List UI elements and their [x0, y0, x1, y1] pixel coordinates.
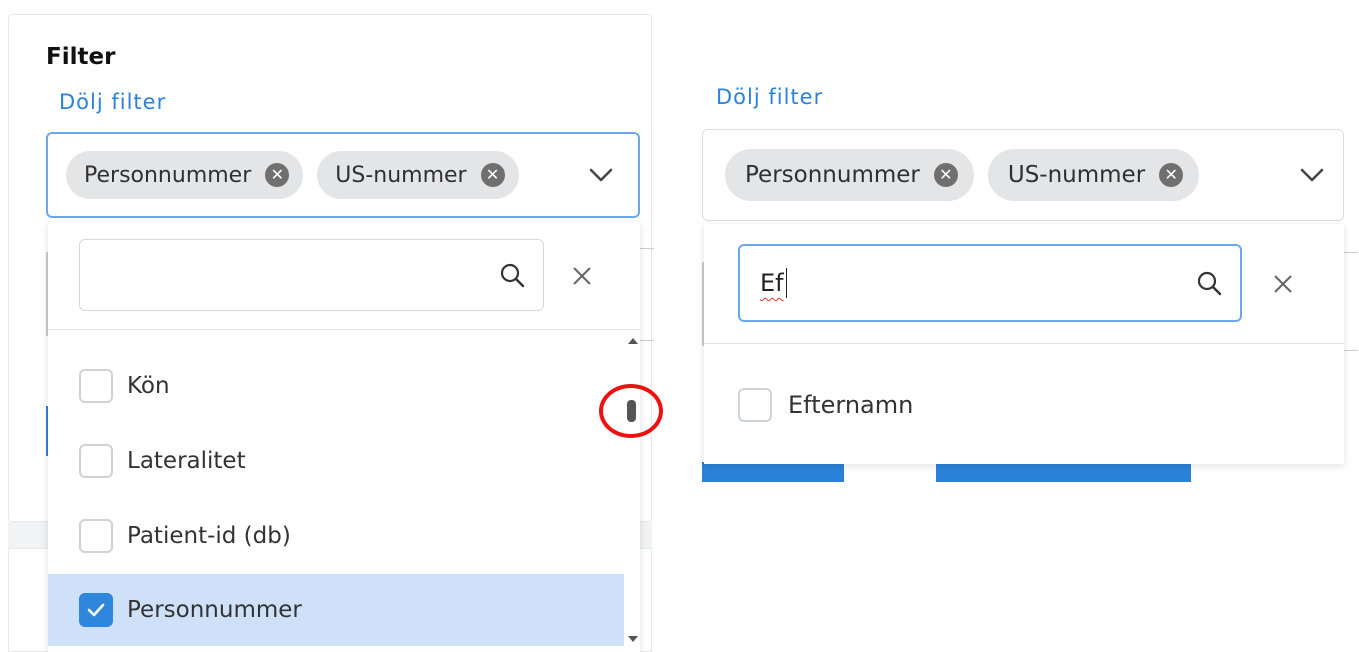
chip-label: US-nummer [335, 162, 467, 188]
search-input[interactable] [79, 239, 544, 311]
option-item[interactable]: Lateralitet [48, 425, 624, 497]
option-label: Personnummer [127, 597, 302, 623]
option-item[interactable]: Kön [48, 350, 624, 422]
cancel-button-fragment [702, 462, 844, 482]
search-icon [500, 263, 525, 288]
search-input[interactable]: Ef [738, 244, 1242, 322]
checkbox[interactable] [79, 519, 113, 553]
option-item[interactable]: Efternamn [704, 369, 1344, 441]
column-multiselect[interactable]: Personnummer ✕ US-nummer ✕ [46, 132, 640, 218]
selected-chip: US-nummer ✕ [987, 149, 1200, 201]
divider-line [640, 248, 654, 249]
selected-chip: Personnummer ✕ [66, 151, 304, 199]
dropdown-search-area [48, 222, 640, 330]
hide-filter-link[interactable]: Dölj filter [716, 85, 823, 109]
options-dropdown: Ef Efternamn [704, 224, 1344, 464]
option-item-selected[interactable]: Personnummer [48, 574, 624, 646]
divider-line [1344, 252, 1358, 253]
option-label: Patient-id (db) [127, 523, 291, 549]
checkbox[interactable] [738, 388, 772, 422]
page-title: Filter [46, 44, 116, 70]
close-icon[interactable] [571, 265, 593, 287]
annotation-circle [599, 384, 663, 438]
search-value: Ef [760, 269, 784, 297]
selected-chip: Personnummer ✕ [725, 149, 974, 201]
chip-label: Personnummer [745, 162, 920, 188]
close-circle-icon[interactable]: ✕ [265, 163, 290, 187]
option-label: Kön [127, 373, 170, 399]
checkbox[interactable] [79, 444, 113, 478]
close-circle-icon[interactable]: ✕ [933, 163, 958, 187]
chevron-down-icon[interactable] [588, 167, 614, 183]
apply-button-fragment [936, 462, 1191, 482]
chevron-down-icon[interactable] [1299, 167, 1325, 183]
chip-label: US-nummer [1007, 162, 1146, 188]
search-icon [1197, 271, 1222, 296]
scroll-up-icon[interactable] [628, 338, 638, 344]
option-label: Lateralitet [127, 448, 246, 474]
divider-line [1344, 350, 1358, 351]
option-item[interactable]: Patient-id (db) [48, 500, 624, 572]
checkbox[interactable] [79, 369, 113, 403]
scroll-down-icon[interactable] [628, 636, 638, 642]
scrollbar[interactable] [624, 330, 640, 652]
options-dropdown: Kön Lateralitet Patient-id (db) Personnu… [48, 222, 640, 652]
chip-label: Personnummer [84, 162, 252, 188]
column-multiselect[interactable]: Personnummer ✕ US-nummer ✕ [702, 129, 1344, 221]
checkbox-checked[interactable] [79, 593, 113, 627]
close-icon[interactable] [1272, 273, 1294, 295]
checkmark-icon [87, 603, 105, 617]
text-caret [785, 268, 787, 298]
dropdown-search-area: Ef [704, 224, 1344, 344]
divider-line [640, 340, 654, 341]
selected-chip: US-nummer ✕ [317, 151, 519, 199]
close-circle-icon[interactable]: ✕ [480, 163, 505, 187]
option-label: Efternamn [788, 391, 914, 419]
close-circle-icon[interactable]: ✕ [1159, 163, 1184, 187]
hide-filter-link[interactable]: Dölj filter [59, 90, 166, 114]
